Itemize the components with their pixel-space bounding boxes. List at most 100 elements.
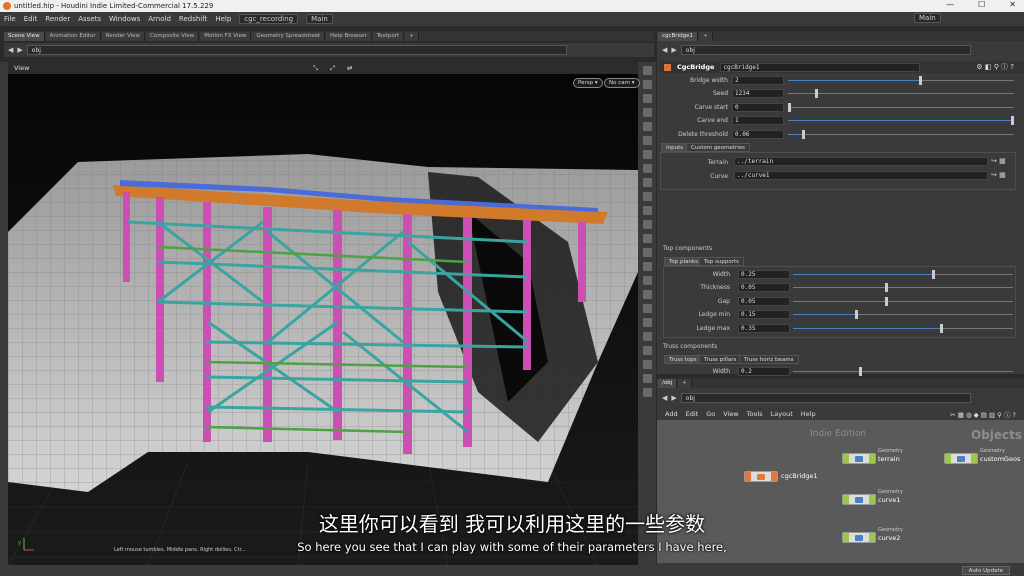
- param-value-field[interactable]: 0.35: [738, 323, 790, 333]
- back-arrow-icon[interactable]: ◀: [662, 46, 667, 54]
- param-slider-knob[interactable]: [1011, 116, 1014, 126]
- network-path-field[interactable]: obj: [680, 393, 971, 403]
- param-slider[interactable]: [788, 129, 1014, 139]
- desktop-select[interactable]: Main: [306, 14, 333, 24]
- view-tool-icon[interactable]: ⤡: [313, 64, 318, 73]
- tab-custom-geometries[interactable]: Custom geometries: [686, 143, 750, 152]
- tab-help-browser[interactable]: Help Browser: [326, 31, 372, 41]
- display-tool-icon[interactable]: [642, 206, 652, 215]
- tab-network-obj[interactable]: /obj: [658, 378, 678, 388]
- network-tools-icons[interactable]: ✂ ▦ ◍ ◆ ▤ ▥ ⚲ ⓘ ?: [950, 409, 1016, 419]
- param-slider[interactable]: [793, 270, 1013, 279]
- view-snap-icon[interactable]: ⤢: [330, 64, 335, 73]
- param-slider[interactable]: [793, 310, 1013, 320]
- terrain-op-chooser-icon[interactable]: ↪ ▦: [991, 157, 1006, 165]
- display-tool-icon[interactable]: [642, 262, 652, 271]
- param-slider-knob[interactable]: [885, 283, 889, 293]
- param-slider-knob[interactable]: [815, 89, 819, 99]
- curve-path-field[interactable]: ../curve1: [734, 171, 988, 180]
- display-tool-icon[interactable]: [642, 360, 652, 369]
- param-slider[interactable]: [788, 76, 1014, 85]
- net-menu-view[interactable]: View: [723, 410, 738, 418]
- tab-textport[interactable]: Textport: [372, 31, 405, 41]
- param-value-field[interactable]: 0.05: [738, 296, 790, 306]
- menu-edit[interactable]: Edit: [24, 15, 38, 23]
- display-tool-icon[interactable]: [642, 290, 652, 299]
- display-tool-icon[interactable]: [642, 318, 652, 327]
- tab-geometry-spreadsheet[interactable]: Geometry Spreadsheet: [252, 31, 326, 41]
- display-tool-icon[interactable]: [642, 122, 652, 131]
- param-slider-knob[interactable]: [885, 296, 889, 306]
- curve-op-chooser-icon[interactable]: ↪ ▦: [991, 171, 1006, 179]
- close-button[interactable]: ✕: [1009, 0, 1016, 9]
- display-tool-icon[interactable]: [642, 304, 652, 313]
- maximize-button[interactable]: ☐: [978, 0, 985, 9]
- tab-top-planks[interactable]: Top planks: [664, 257, 703, 266]
- param-value-field[interactable]: 1: [732, 116, 784, 126]
- param-slider[interactable]: [793, 283, 1013, 293]
- param-slider-knob[interactable]: [801, 129, 805, 139]
- add-network-tab-button[interactable]: +: [678, 378, 692, 388]
- param-slider-knob[interactable]: [854, 310, 858, 320]
- param-slider[interactable]: [788, 116, 1014, 126]
- param-value-field[interactable]: 0.2: [738, 367, 790, 376]
- param-slider-knob[interactable]: [931, 270, 935, 279]
- param-value-field[interactable]: 0.15: [738, 310, 790, 320]
- left-path-field[interactable]: obj: [26, 45, 567, 55]
- menu-arnold[interactable]: Arnold: [148, 15, 171, 23]
- param-value-field[interactable]: 2: [732, 76, 784, 85]
- node-name-field[interactable]: cgcBridge1: [720, 62, 921, 72]
- forward-arrow-icon[interactable]: ▶: [671, 46, 676, 54]
- forward-arrow-icon[interactable]: ▶: [17, 46, 22, 54]
- display-tool-icon[interactable]: [642, 178, 652, 187]
- param-slider-knob[interactable]: [859, 367, 862, 376]
- display-tool-icon[interactable]: [642, 276, 652, 285]
- param-path-field[interactable]: obj: [680, 45, 971, 55]
- scene-viewport[interactable]: [8, 62, 638, 565]
- add-param-tab-button[interactable]: +: [698, 31, 713, 41]
- back-arrow-icon[interactable]: ◀: [8, 46, 13, 54]
- minimize-button[interactable]: —: [946, 0, 954, 9]
- node-customgeos[interactable]: [944, 453, 978, 464]
- display-tool-icon[interactable]: [642, 220, 652, 229]
- display-tool-icon[interactable]: [642, 164, 652, 173]
- menu-windows[interactable]: Windows: [109, 15, 140, 23]
- param-slider-knob[interactable]: [919, 76, 923, 85]
- param-slider-knob[interactable]: [940, 323, 944, 333]
- display-tool-icon[interactable]: [642, 108, 652, 117]
- menu-redshift[interactable]: Redshift: [179, 15, 207, 23]
- tab-param-node[interactable]: cgcBridge1: [658, 31, 698, 41]
- camera-button[interactable]: No cam ▾: [604, 78, 640, 88]
- display-tool-icon[interactable]: [642, 80, 652, 89]
- display-tool-icon[interactable]: [642, 234, 652, 243]
- display-tool-icon[interactable]: [642, 150, 652, 159]
- display-tool-icon[interactable]: [642, 332, 652, 341]
- param-value-field[interactable]: 0.05: [738, 283, 790, 293]
- display-tool-icon[interactable]: [642, 66, 652, 75]
- node-cgcbridge1[interactable]: [744, 471, 778, 482]
- tab-truss-pillars[interactable]: Truss pillars: [699, 355, 742, 364]
- tab-animation-editor[interactable]: Animation Editor: [45, 31, 101, 41]
- net-menu-layout[interactable]: Layout: [771, 410, 793, 418]
- net-menu-edit[interactable]: Edit: [686, 410, 699, 418]
- menu-assets[interactable]: Assets: [78, 15, 101, 23]
- param-value-field[interactable]: 0.25: [738, 270, 790, 279]
- forward-arrow-icon[interactable]: ▶: [671, 394, 676, 402]
- net-menu-go[interactable]: Go: [706, 410, 715, 418]
- net-menu-add[interactable]: Add: [665, 410, 678, 418]
- menu-render[interactable]: Render: [45, 15, 70, 23]
- menu-help[interactable]: Help: [215, 15, 231, 23]
- display-tool-icon[interactable]: [642, 248, 652, 257]
- display-tool-icon[interactable]: [642, 136, 652, 145]
- param-slider[interactable]: [793, 367, 1013, 376]
- param-slider[interactable]: [793, 296, 1013, 306]
- persp-button[interactable]: Persp ▾: [573, 78, 603, 88]
- tab-truss-tops[interactable]: Truss tops: [664, 355, 702, 364]
- back-arrow-icon[interactable]: ◀: [662, 394, 667, 402]
- tab-scene-view[interactable]: Scene View: [4, 31, 45, 41]
- add-tab-button[interactable]: +: [405, 31, 419, 41]
- node-curve1[interactable]: [842, 494, 876, 505]
- tab-top-supports[interactable]: Top supports: [699, 257, 745, 266]
- node-terrain[interactable]: [842, 453, 876, 464]
- param-value-field[interactable]: 0: [732, 102, 784, 112]
